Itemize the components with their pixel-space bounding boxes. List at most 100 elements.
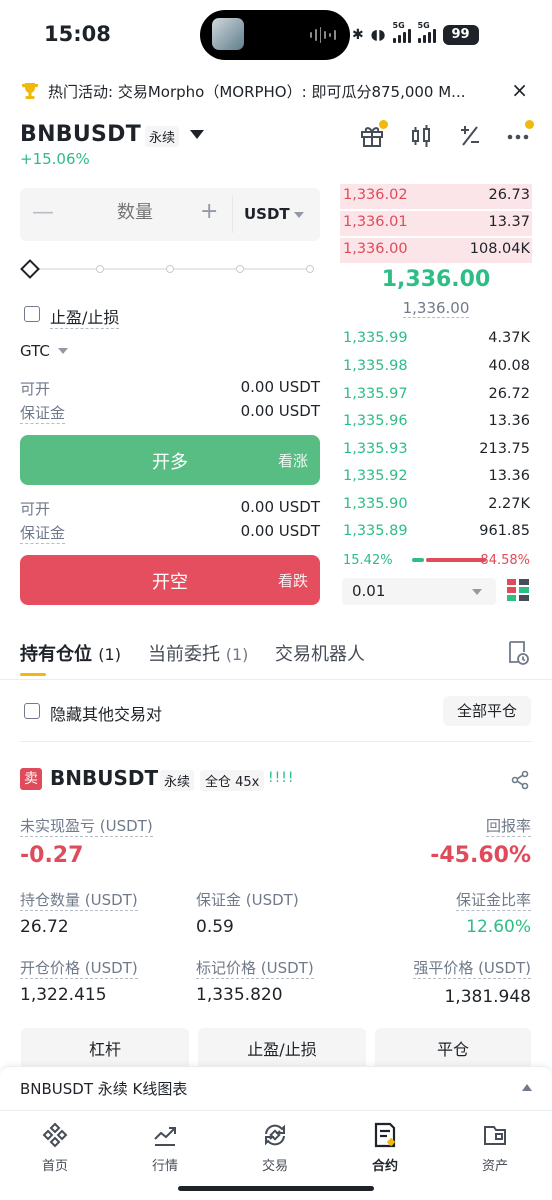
order-history-icon[interactable]	[506, 640, 530, 665]
margin-ratio-label[interactable]: 保证金比率	[455, 889, 531, 911]
dynamic-island[interactable]	[200, 10, 350, 60]
quantity-plus-button[interactable]: +	[200, 199, 218, 224]
active-tab-indicator	[20, 673, 46, 676]
margin-mode-tag[interactable]: 全仓 45x	[200, 770, 265, 791]
time-in-force-select[interactable]: GTC	[20, 342, 50, 360]
long-available-label: 可开	[20, 380, 51, 398]
cellular-signal-icon: 5G	[392, 21, 411, 43]
ask-row[interactable]: 1,336.01 13.37	[340, 210, 532, 237]
status-icons: ✱ ◖◗ 5G 5G 99	[352, 20, 479, 50]
candlestick-chart-icon[interactable]	[403, 118, 439, 154]
precision-select[interactable]: 0.01	[342, 578, 496, 605]
position-size-label[interactable]: 持仓数量 (USDT)	[20, 889, 138, 911]
bid-price: 1,335.97	[343, 386, 408, 402]
quantity-unit-select[interactable]: USDT	[244, 205, 290, 223]
last-price[interactable]: 1,336.00	[340, 267, 532, 292]
buy-ratio: 15.42%	[343, 553, 393, 568]
bid-price: 1,335.96	[343, 413, 408, 429]
symbol-title[interactable]: BNBUSDT	[20, 122, 141, 147]
bid-row[interactable]: 1,335.93 213.75	[340, 437, 532, 464]
bid-row[interactable]: 1,335.97 26.72	[340, 382, 532, 409]
hide-other-pairs-label[interactable]: 隐藏其他交易对	[50, 701, 162, 725]
roe-label[interactable]: 回报率	[485, 815, 531, 837]
position-symbol[interactable]: BNBUSDT	[50, 766, 158, 790]
liquidation-price-label[interactable]: 强平价格 (USDT)	[413, 957, 531, 979]
bid-qty: 13.36	[488, 468, 530, 484]
tab-trading-bots[interactable]: 交易机器人	[275, 640, 365, 666]
bid-row[interactable]: 1,335.90 2.27K	[340, 492, 532, 519]
kline-chart-drawer[interactable]: BNBUSDT 永续 K线图表	[0, 1066, 552, 1110]
book-layout-icon[interactable]	[506, 578, 530, 602]
entry-price-value: 1,322.415	[20, 985, 107, 1005]
long-margin-label: 保证金	[20, 404, 66, 424]
bid-row[interactable]: 1,335.96 13.36	[340, 409, 532, 436]
trophy-icon	[22, 83, 38, 99]
slider-thumb[interactable]	[20, 259, 40, 279]
bid-row[interactable]: 1,335.99 4.37K	[340, 326, 532, 353]
chevron-up-icon[interactable]	[522, 1084, 532, 1091]
bid-price: 1,335.98	[343, 358, 408, 374]
close-icon[interactable]: ×	[511, 78, 528, 102]
adl-indicator: !!!!	[268, 770, 295, 786]
short-available-label: 可开	[20, 500, 51, 518]
more-icon[interactable]	[500, 118, 536, 154]
open-long-label: 开多	[152, 452, 188, 473]
ask-row[interactable]: 1,336.02 26.73	[340, 183, 532, 210]
gift-icon[interactable]	[354, 118, 390, 154]
hide-other-pairs-checkbox[interactable]	[24, 703, 40, 719]
chevron-down-icon[interactable]	[294, 212, 304, 218]
tpsl-label[interactable]: 止盈/止损	[50, 304, 120, 329]
entry-price-label[interactable]: 开仓价格 (USDT)	[20, 957, 138, 979]
cellular-signal-2-icon: 5G	[417, 21, 436, 43]
nav-assets[interactable]: 资产	[440, 1121, 550, 1174]
slider-step[interactable]	[96, 265, 104, 273]
tab-open-orders[interactable]: 当前委托 (1)	[148, 640, 248, 666]
sell-side-tag: 卖	[20, 768, 42, 790]
nav-trade[interactable]: 交易	[220, 1121, 330, 1174]
mark-price-label[interactable]: 标记价格 (USDT)	[196, 957, 314, 979]
share-icon[interactable]	[510, 770, 530, 790]
precision-value: 0.01	[352, 582, 386, 600]
quantity-input[interactable]	[80, 202, 190, 223]
bid-qty: 2.27K	[488, 496, 530, 512]
nav-label: 资产	[481, 1159, 508, 1174]
markets-icon	[154, 1127, 176, 1146]
bid-qty: 26.72	[488, 386, 530, 402]
slider-step[interactable]	[166, 265, 174, 273]
bid-row[interactable]: 1,335.98 40.08	[340, 354, 532, 381]
divider	[0, 679, 552, 680]
close-all-button[interactable]: 全部平仓	[443, 696, 531, 726]
long-margin-value: 0.00 USDT	[240, 402, 320, 420]
quantity-field[interactable]: — + USDT	[20, 188, 320, 241]
quantity-minus-button[interactable]: —	[32, 200, 54, 225]
short-available-value: 0.00 USDT	[240, 498, 320, 516]
open-short-button[interactable]: 开空 看跌	[20, 555, 320, 605]
long-sub-label: 看涨	[277, 452, 308, 470]
calculator-icon[interactable]	[452, 118, 488, 154]
trade-icon	[265, 1124, 285, 1146]
promo-banner[interactable]: 热门活动: 交易Morpho（MORPHO）: 即可瓜分875,000 M...…	[20, 78, 532, 104]
symbol-dropdown-icon[interactable]	[190, 130, 204, 139]
bid-price: 1,335.90	[343, 496, 408, 512]
futures-icon	[374, 1122, 396, 1148]
tpsl-checkbox[interactable]	[24, 306, 40, 322]
unrealized-pnl-label[interactable]: 未实现盈亏 (USDT)	[20, 815, 153, 837]
ask-qty: 26.73	[488, 187, 530, 203]
nav-futures[interactable]: 合约	[330, 1121, 440, 1174]
bid-row[interactable]: 1,335.89 961.85	[340, 519, 532, 546]
bid-price: 1,335.99	[343, 330, 408, 346]
kline-chart-label: BNBUSDT 永续 K线图表	[20, 1080, 188, 1098]
chevron-down-icon[interactable]	[58, 348, 68, 354]
tab-positions[interactable]: 持有仓位 (1)	[20, 640, 121, 666]
nav-markets[interactable]: 行情	[110, 1121, 220, 1174]
unrealized-pnl-value: -0.27	[20, 843, 84, 868]
bid-row[interactable]: 1,335.92 13.36	[340, 464, 532, 491]
ask-row[interactable]: 1,336.00 108.04K	[340, 237, 532, 264]
nav-home[interactable]: 首页	[0, 1121, 110, 1174]
bid-price: 1,335.89	[343, 523, 408, 539]
open-long-button[interactable]: 开多 看涨	[20, 435, 320, 485]
ask-qty: 13.37	[488, 214, 530, 230]
slider-step[interactable]	[306, 265, 314, 273]
position-size-value: 26.72	[20, 917, 69, 937]
slider-step[interactable]	[236, 265, 244, 273]
